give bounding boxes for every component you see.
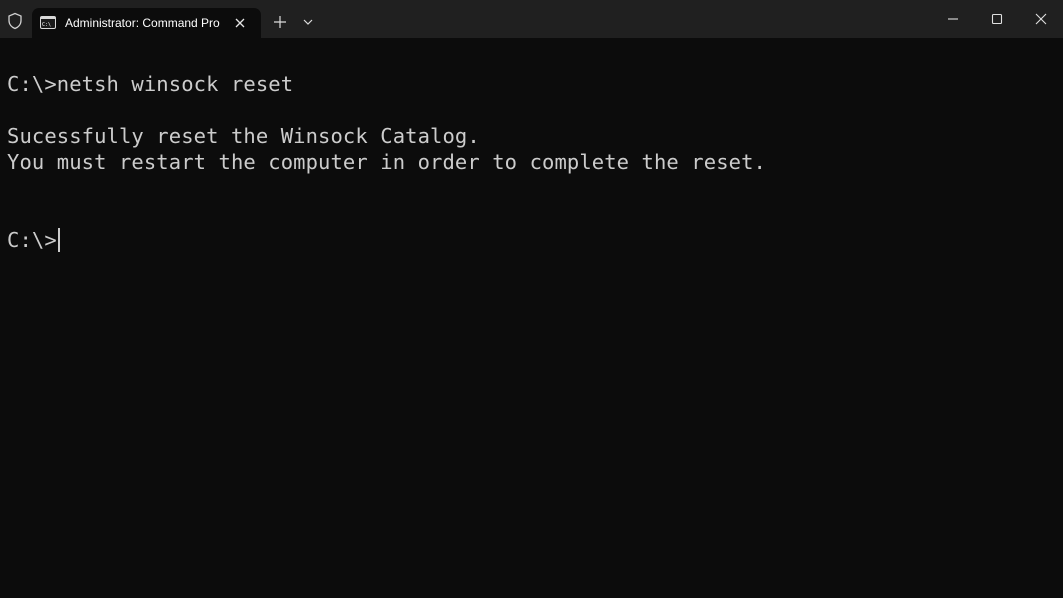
command-prompt-icon: C:\ [40,16,56,29]
output-line: You must restart the computer in order t… [7,150,766,174]
svg-text:C:\: C:\ [42,22,51,28]
chevron-down-icon[interactable] [300,15,316,29]
prompt-text: C:\> [7,228,57,252]
tab-command-prompt[interactable]: C:\ Administrator: Command Pro [32,8,261,38]
maximize-button[interactable] [975,5,1019,33]
scrollbar[interactable] [1051,40,1061,596]
close-tab-icon[interactable] [232,15,248,31]
output-line: Sucessfully reset the Winsock Catalog. [7,124,480,148]
close-window-button[interactable] [1019,5,1063,33]
command-line: C:\>netsh winsock reset [7,72,294,96]
tab-title: Administrator: Command Pro [65,16,220,30]
title-bar: C:\ Administrator: Command Pro [0,0,1063,38]
plus-icon[interactable] [271,13,289,31]
prompt-line[interactable]: C:\> [7,227,60,253]
close-icon [1035,13,1047,25]
terminal-window: C:\ Administrator: Command Pro C:\>netsh… [0,0,1063,598]
shield-icon [6,12,24,30]
minimize-button[interactable] [931,5,975,33]
minimize-icon [948,18,958,20]
terminal-output[interactable]: C:\>netsh winsock reset Sucessfully rese… [0,38,1049,598]
text-cursor [57,228,60,252]
maximize-icon [991,13,1003,25]
